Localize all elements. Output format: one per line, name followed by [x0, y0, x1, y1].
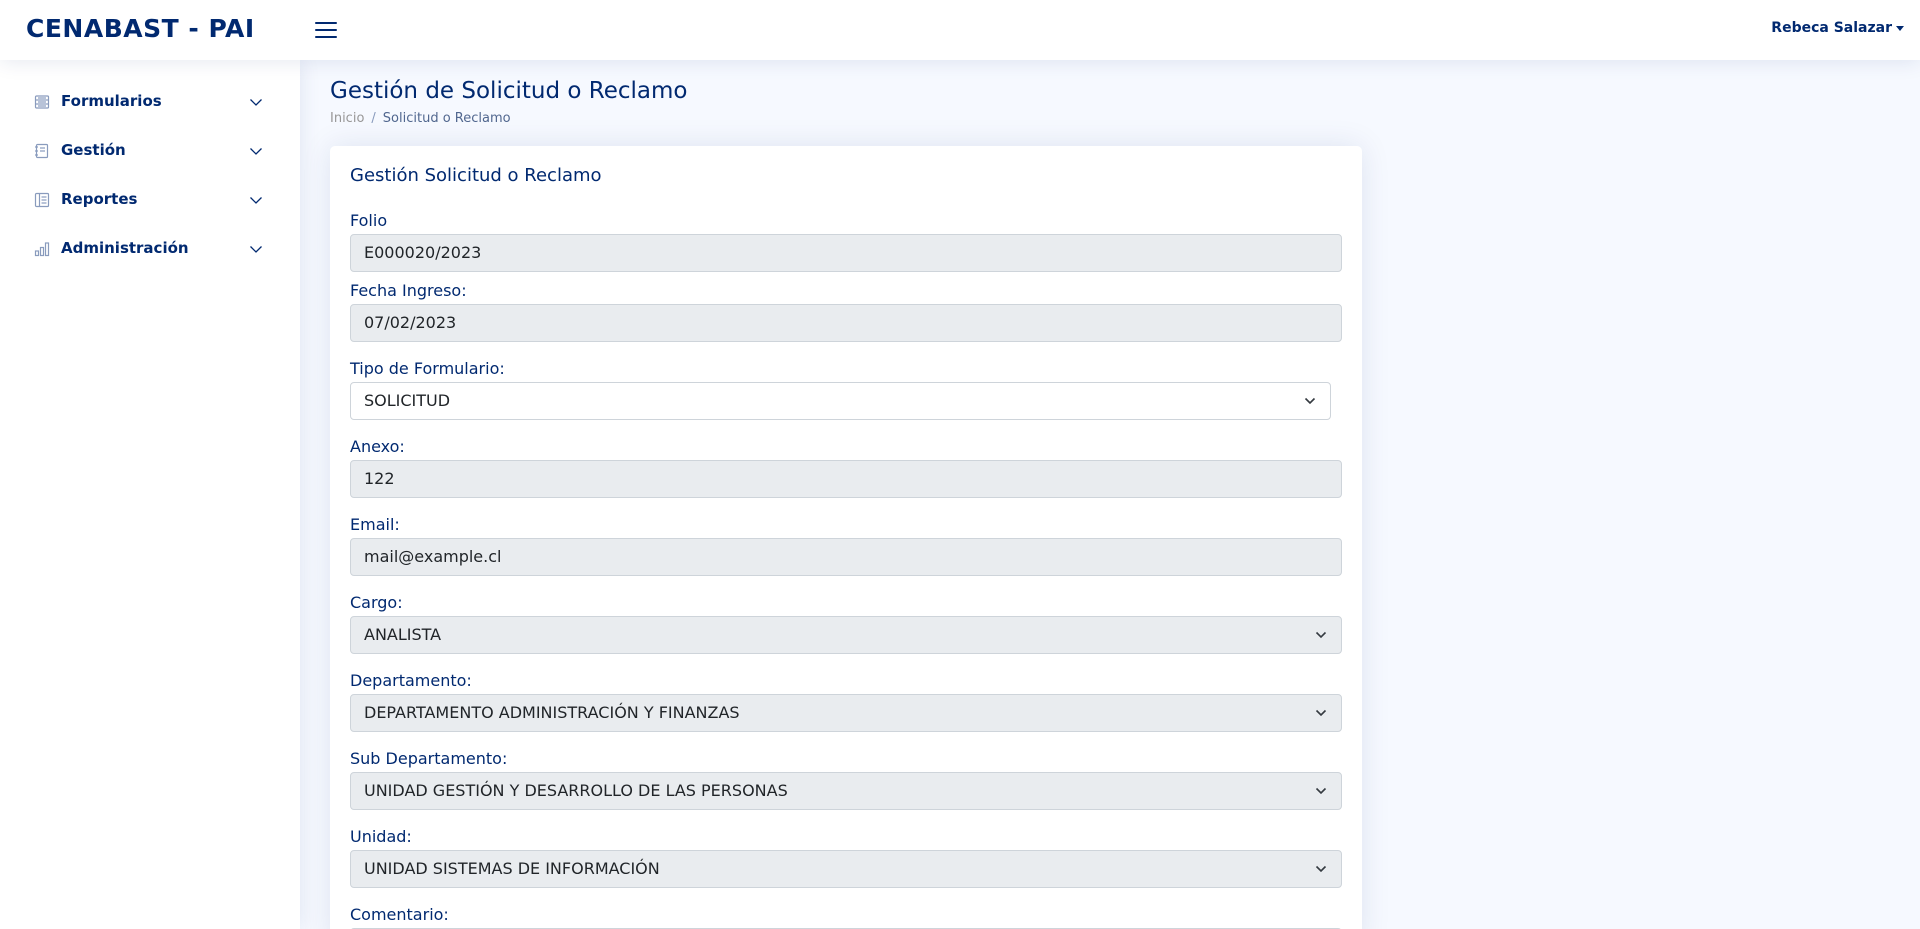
fecha-ingreso-field: 07/02/2023 — [350, 304, 1342, 342]
tipo-formulario-value: SOLICITUD — [364, 391, 451, 410]
chevron-down-icon — [250, 99, 262, 106]
sidebar-item-label: Reportes — [61, 190, 138, 208]
sidebar-item-gestion[interactable]: Gestión — [20, 131, 270, 171]
hamburger-icon — [315, 22, 337, 24]
card-title: Gestión Solicitud o Reclamo — [350, 165, 602, 186]
folio-label: Folio — [350, 211, 388, 230]
sidebar-item-label: Administración — [61, 239, 189, 257]
user-menu-dropdown[interactable]: Rebeca Salazar — [1771, 20, 1904, 36]
comentario-label: Comentario: — [350, 905, 449, 924]
chevron-down-icon — [1315, 865, 1327, 873]
breadcrumb-current: Solicitud o Reclamo — [382, 111, 511, 126]
unidad-select: UNIDAD SISTEMAS DE INFORMACIÓN — [350, 850, 1342, 888]
sidebar-toggle-button[interactable] — [312, 18, 340, 42]
fecha-ingreso-value: 07/02/2023 — [364, 313, 457, 332]
anexo-field: 122 — [350, 460, 1342, 498]
anexo-label: Anexo: — [350, 437, 405, 456]
folio-value: E000020/2023 — [364, 243, 482, 262]
sidebar-item-administracion[interactable]: Administración — [20, 229, 270, 269]
tipo-formulario-select[interactable]: SOLICITUD — [350, 382, 1331, 420]
unidad-label: Unidad: — [350, 827, 412, 846]
caret-down-icon — [1896, 25, 1904, 31]
sidebar-item-formularios[interactable]: Formularios — [20, 82, 270, 122]
cargo-label: Cargo: — [350, 593, 403, 612]
journal-icon — [35, 143, 49, 159]
unidad-value: UNIDAD SISTEMAS DE INFORMACIÓN — [364, 859, 660, 878]
sidebar-item-label: Gestión — [61, 141, 126, 159]
layout-text-icon — [34, 192, 50, 208]
folio-field: E000020/2023 — [350, 234, 1342, 272]
breadcrumb-separator: / — [371, 111, 376, 126]
top-header: CENABAST - PAI Rebeca Salazar — [0, 0, 1920, 60]
chevron-down-icon — [1315, 709, 1327, 717]
hamburger-icon-line — [315, 29, 337, 31]
page-title: Gestión de Solicitud o Reclamo — [330, 78, 688, 104]
hamburger-icon-line — [315, 36, 337, 38]
sub-departamento-label: Sub Departamento: — [350, 749, 508, 768]
sidebar-item-label: Formularios — [61, 92, 162, 110]
chevron-down-icon — [250, 197, 262, 204]
chevron-down-icon — [1315, 787, 1327, 795]
email-field: mail@example.cl — [350, 538, 1342, 576]
email-value: mail@example.cl — [364, 547, 502, 566]
cargo-value: ANALISTA — [364, 625, 442, 644]
sidebar-item-reportes[interactable]: Reportes — [20, 180, 270, 220]
chevron-down-icon — [1315, 631, 1327, 639]
brand-logo[interactable]: CENABAST - PAI — [26, 14, 255, 43]
breadcrumb: Inicio / Solicitud o Reclamo — [330, 111, 511, 126]
departamento-label: Departamento: — [350, 671, 472, 690]
anexo-value: 122 — [364, 469, 395, 488]
chevron-down-icon — [250, 246, 262, 253]
cargo-select: ANALISTA — [350, 616, 1342, 654]
email-label: Email: — [350, 515, 400, 534]
sidebar: Formularios Gestión Reportes Administrac… — [0, 60, 300, 929]
chevron-down-icon — [1304, 397, 1316, 405]
sub-departamento-value: UNIDAD GESTIÓN Y DESARROLLO DE LAS PERSO… — [364, 781, 788, 800]
fecha-ingreso-label: Fecha Ingreso: — [350, 281, 467, 300]
form-list-icon — [34, 95, 50, 109]
departamento-select: DEPARTAMENTO ADMINISTRACIÓN Y FINANZAS — [350, 694, 1342, 732]
bar-chart-icon — [34, 242, 50, 257]
tipo-formulario-label: Tipo de Formulario: — [350, 359, 505, 378]
departamento-value: DEPARTAMENTO ADMINISTRACIÓN Y FINANZAS — [364, 703, 740, 722]
chevron-down-icon — [250, 148, 262, 155]
user-name: Rebeca Salazar — [1771, 20, 1892, 36]
form-card: Gestión Solicitud o Reclamo Folio E00002… — [330, 146, 1362, 929]
breadcrumb-home-link[interactable]: Inicio — [330, 111, 364, 126]
sub-departamento-select: UNIDAD GESTIÓN Y DESARROLLO DE LAS PERSO… — [350, 772, 1342, 810]
